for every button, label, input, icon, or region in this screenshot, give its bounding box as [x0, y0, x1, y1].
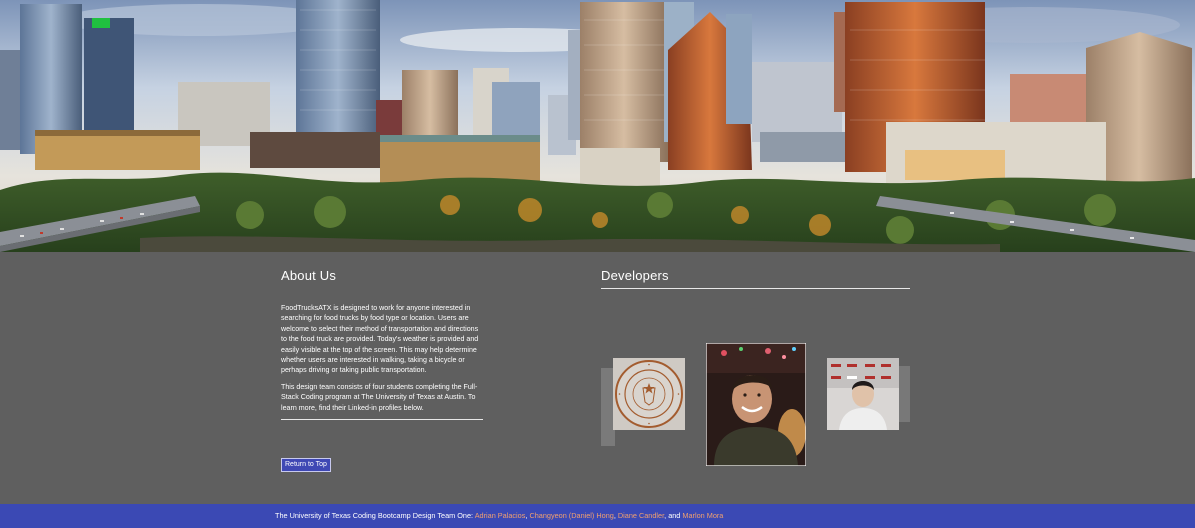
about-us-heading: About Us [281, 268, 337, 283]
developers-section: Developers [601, 268, 911, 289]
footer-link-diane-candler[interactable]: Diane Candler [618, 511, 664, 520]
about-us-section: About Us FoodTrucksATX is designed to wo… [281, 268, 483, 472]
about-divider [281, 419, 483, 421]
developers-heading: Developers [601, 268, 669, 283]
footer-prefix: The University of Texas Coding Bootcamp … [275, 511, 475, 520]
developer-photo-young-man[interactable] [827, 358, 899, 430]
austin-skyline-hero-image [0, 0, 1195, 252]
footer: The University of Texas Coding Bootcamp … [0, 504, 1195, 528]
footer-link-adrian-palacios[interactable]: Adrian Palacios [475, 511, 526, 520]
footer-link-changyeon-hong[interactable]: Changyeon (Daniel) Hong [529, 511, 613, 520]
developer-photo-man-smiling[interactable] [706, 343, 806, 466]
footer-credits: The University of Texas Coding Bootcamp … [275, 504, 723, 528]
footer-separator: , and [664, 511, 683, 520]
about-paragraph-2: This design team consists of four studen… [281, 382, 478, 412]
return-to-top-button[interactable]: Return to Top [281, 458, 331, 472]
developers-divider [601, 288, 910, 289]
footer-link-marlon-mora[interactable]: Marlon Mora [682, 511, 723, 520]
carousel-ghost-card-right [898, 366, 910, 422]
ut-seal-photo[interactable] [613, 358, 685, 430]
about-paragraph-1: FoodTrucksATX is designed to work for an… [281, 304, 479, 375]
